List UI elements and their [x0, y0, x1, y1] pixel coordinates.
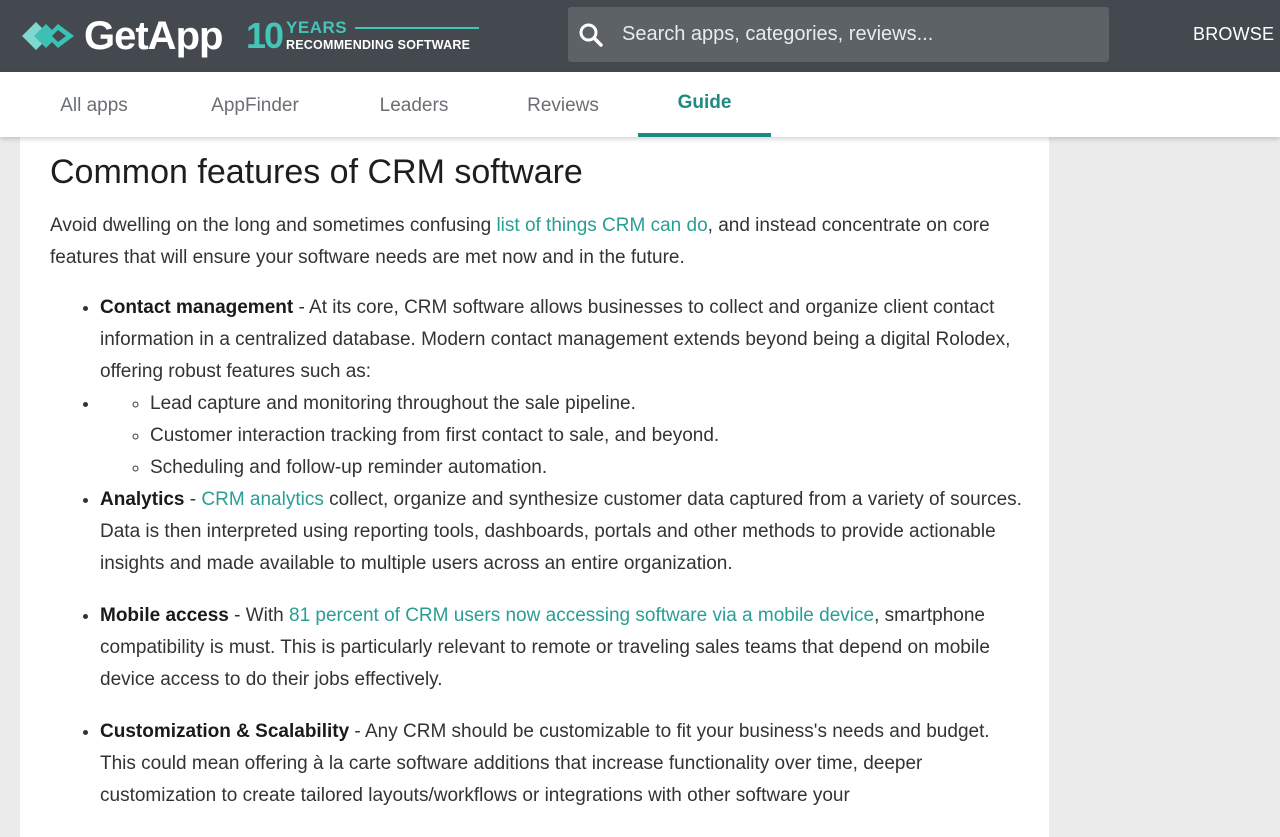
list-item: Analytics - CRM analytics collect, organ…	[100, 484, 1025, 580]
mobile-stats-link[interactable]: 81 percent of CRM users now accessing so…	[289, 605, 874, 626]
article-card: Common features of CRM software Avoid dw…	[20, 137, 1049, 837]
badge-tagline: RECOMMENDING SOFTWARE	[286, 38, 471, 52]
list-item: Contact management - At its core, CRM so…	[100, 292, 1025, 388]
tab-reviews[interactable]: Reviews	[510, 72, 616, 137]
search-input[interactable]	[622, 14, 1092, 55]
list-item: Customer interaction tracking from first…	[150, 420, 1025, 452]
list-item: Customization & Scalability - Any CRM sh…	[100, 716, 1025, 812]
contact-subfeature-list: Lead capture and monitoring throughout t…	[100, 388, 1025, 484]
tab-all-apps[interactable]: All apps	[39, 72, 149, 137]
anniversary-badge: 10 YEARS RECOMMENDING SOFTWARE	[246, 15, 480, 56]
badge-years: YEARS	[286, 18, 348, 37]
crm-analytics-link[interactable]: CRM analytics	[201, 489, 323, 510]
article-content: Common features of CRM software Avoid dw…	[50, 137, 1025, 812]
badge-number: 10	[246, 15, 284, 56]
list-item: Mobile access - With 81 percent of CRM u…	[100, 600, 1025, 696]
search-icon[interactable]	[578, 22, 604, 48]
tab-appfinder[interactable]: AppFinder	[189, 72, 321, 137]
intro-paragraph: Avoid dwelling on the long and sometimes…	[50, 215, 990, 268]
tab-leaders[interactable]: Leaders	[362, 72, 466, 137]
brand-name: GetApp	[84, 13, 223, 58]
badge-rule	[355, 27, 480, 29]
list-item: Scheduling and follow-up reminder automa…	[150, 452, 1025, 484]
article-heading: Common features of CRM software	[50, 153, 583, 191]
top-header: GetApp 10 YEARS RECOMMENDING SOFTWARE BR…	[0, 0, 1280, 72]
feature-list: Contact management - At its core, CRM so…	[50, 292, 1025, 812]
crm-capabilities-link[interactable]: list of things CRM can do	[496, 215, 707, 236]
feature-title: Mobile access	[100, 605, 229, 626]
feature-title: Contact management	[100, 297, 294, 318]
tab-guide[interactable]: Guide	[638, 72, 771, 137]
getapp-chevrons-icon	[22, 22, 74, 50]
list-item: Lead capture and monitoring throughout t…	[150, 388, 1025, 420]
search-box[interactable]	[568, 7, 1109, 62]
feature-title: Customization & Scalability	[100, 721, 350, 742]
feature-title: Analytics	[100, 489, 185, 510]
list-item: Lead capture and monitoring throughout t…	[100, 388, 1025, 484]
browse-menu-button[interactable]: BROWSE	[1193, 24, 1274, 45]
section-tabs: All apps AppFinder Leaders Reviews Guide	[0, 72, 1280, 137]
getapp-logo[interactable]: GetApp	[20, 13, 223, 58]
